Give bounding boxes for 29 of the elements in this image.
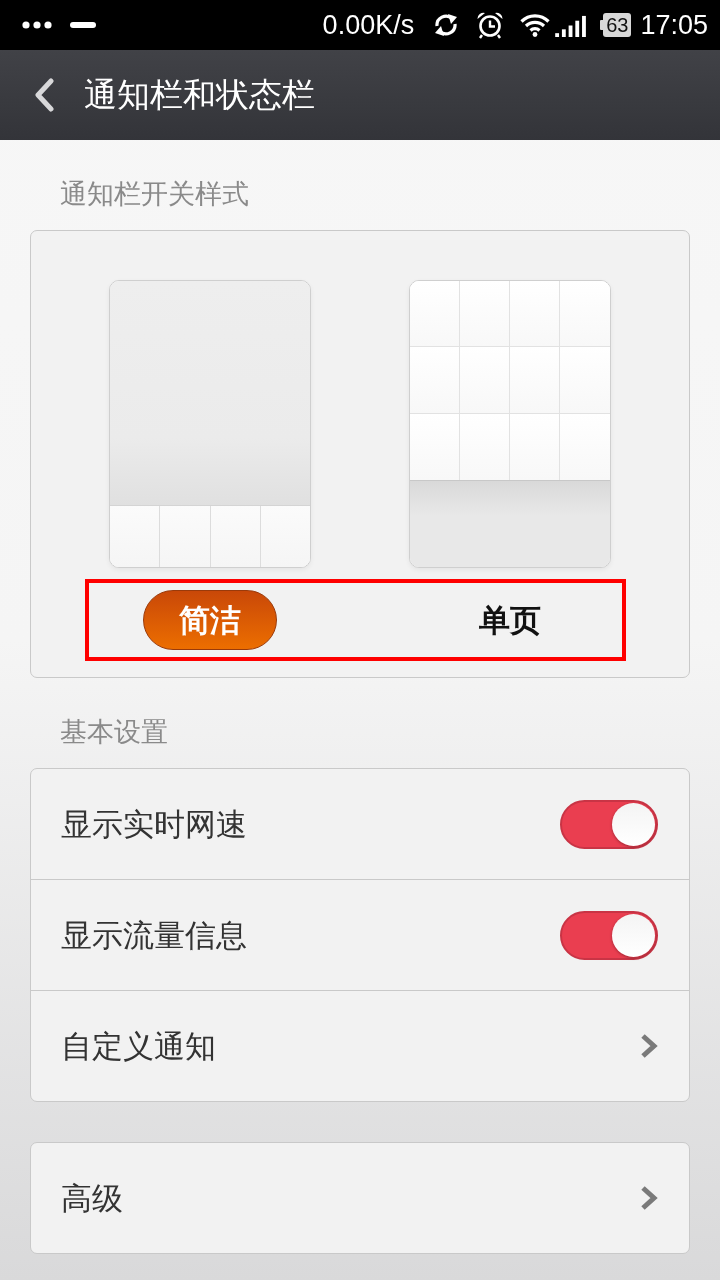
tile-row-preview-drawing[interactable] (109, 280, 311, 568)
tile-grid-preview-drawing[interactable] (409, 280, 611, 568)
section-header: 通知栏开关样式 (60, 178, 249, 210)
row-label: 高级 (61, 1179, 123, 1217)
style-option[interactable]: 简洁 (143, 590, 277, 650)
style-option[interactable]: 单页 (471, 602, 549, 638)
row-label: 自定义通知 (61, 1027, 216, 1065)
chevron-right-icon (639, 1185, 659, 1211)
network-speed: 0.00K/s (322, 9, 415, 41)
toggle-switch[interactable] (560, 910, 658, 960)
more-dots-icon (22, 21, 52, 29)
row-label: 显示实时网速 (61, 805, 247, 843)
settings-row[interactable]: 显示流量信息 (31, 879, 689, 990)
toggle-switch[interactable] (560, 799, 658, 849)
wifi-icon (520, 13, 551, 37)
screen-title: 通知栏和状态栏 (84, 75, 315, 115)
settings-row[interactable]: 显示实时网速 (31, 769, 689, 879)
alarm-clock-icon (476, 11, 505, 39)
settings-row[interactable]: 自定义通知 (31, 990, 689, 1101)
section-header: 基本设置 (60, 716, 168, 748)
settings-row[interactable]: 高级 (31, 1143, 689, 1253)
sync-icon (433, 13, 460, 37)
clock-time: 17:05 (640, 9, 708, 41)
dash-icon (70, 22, 96, 28)
row-label: 显示流量信息 (61, 916, 247, 954)
back-icon[interactable] (33, 78, 55, 112)
chevron-right-icon (639, 1033, 659, 1059)
signal-strength-icon (555, 13, 589, 37)
battery-indicator: 63 (600, 13, 632, 37)
